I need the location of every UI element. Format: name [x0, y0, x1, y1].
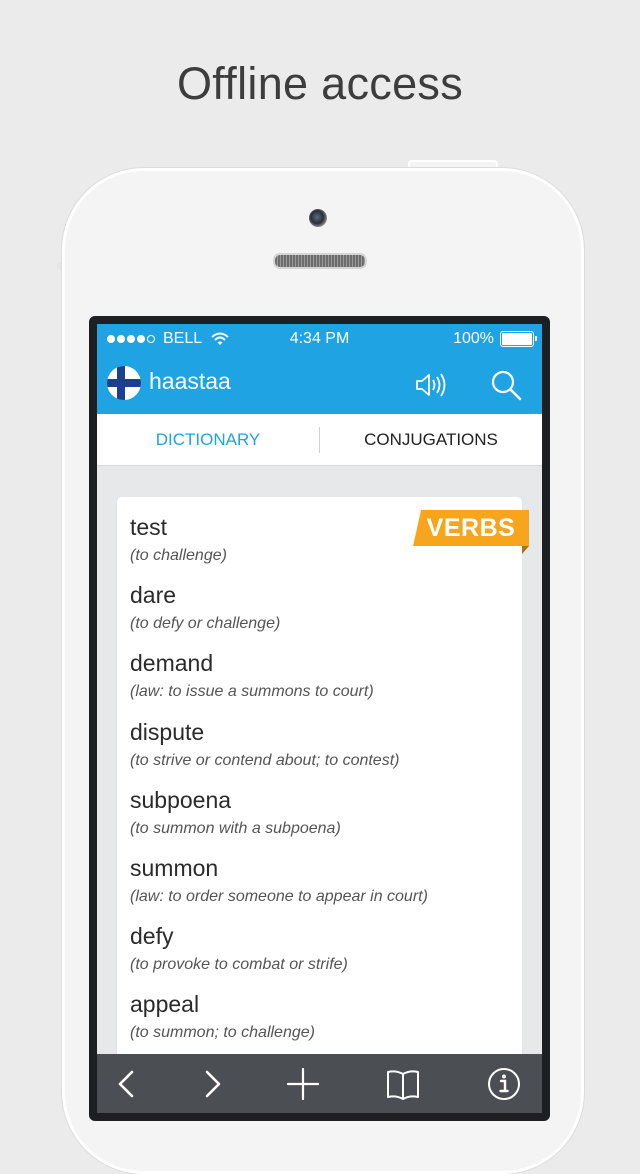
front-camera	[309, 209, 327, 227]
entry-word: dispute	[130, 719, 205, 745]
entry-definition: (law: to issue a summons to court)	[130, 683, 374, 700]
list-item[interactable]: appeal (to summon; to challenge)	[130, 991, 315, 1042]
bookmarks-icon[interactable]	[385, 1066, 421, 1102]
entry-word: appeal	[130, 991, 200, 1017]
finland-flag-icon[interactable]	[107, 366, 141, 400]
list-item[interactable]: dispute (to strive or contend about; to …	[130, 719, 399, 770]
search-header: haastaa	[97, 354, 542, 414]
entry-word: summon	[130, 855, 219, 881]
entry-definition: (to defy or challenge)	[130, 615, 281, 632]
headline: Offline access	[177, 58, 463, 109]
list-item[interactable]: demand (law: to issue a summons to court…	[130, 650, 374, 701]
entry-definition: (law: to order someone to appear in cour…	[130, 888, 428, 905]
list-item[interactable]: defy (to provoke to combat or strife)	[130, 923, 348, 974]
badge-fold	[522, 546, 529, 554]
tab-dictionary[interactable]: DICTIONARY	[97, 414, 319, 466]
entry-definition: (to summon; to challenge)	[130, 1024, 315, 1041]
verbs-badge: VERBS	[413, 510, 529, 546]
tab-conjugations[interactable]: CONJUGATIONS	[320, 414, 542, 466]
list-item[interactable]: test (to challenge)	[130, 514, 227, 565]
battery-info: 100%	[453, 330, 537, 348]
speaker-icon[interactable]	[413, 368, 447, 402]
list-item[interactable]: summon (law: to order someone to appear …	[130, 855, 428, 906]
info-icon[interactable]	[486, 1066, 522, 1102]
entry-word: test	[130, 514, 168, 540]
bottom-toolbar	[97, 1054, 542, 1113]
entry-definition: (to challenge)	[130, 547, 227, 564]
search-term[interactable]: haastaa	[149, 368, 231, 395]
forward-icon[interactable]	[194, 1066, 230, 1102]
list-item[interactable]: subpoena (to summon with a subpoena)	[130, 787, 341, 838]
entry-word: dare	[130, 582, 177, 608]
back-icon[interactable]	[109, 1066, 145, 1102]
entry-definition: (to strive or contend about; to contest)	[130, 752, 400, 769]
entry-word: subpoena	[130, 787, 232, 813]
entry-word: defy	[130, 923, 174, 949]
battery-icon	[500, 331, 537, 347]
app-screen: BELL 4:34 PM 100% haastaa DICTIONARY CON…	[97, 324, 542, 1113]
tab-bar: DICTIONARY CONJUGATIONS	[97, 414, 542, 466]
entry-word: demand	[130, 650, 214, 676]
battery-percent: 100%	[453, 330, 494, 347]
add-icon[interactable]	[285, 1066, 321, 1102]
list-item[interactable]: dare (to defy or challenge)	[130, 582, 280, 633]
status-bar: BELL 4:34 PM 100%	[97, 324, 542, 354]
entry-definition: (to provoke to combat or strife)	[130, 956, 348, 973]
search-icon[interactable]	[489, 368, 523, 402]
earpiece-speaker	[273, 253, 367, 269]
entry-definition: (to summon with a subpoena)	[130, 820, 341, 837]
